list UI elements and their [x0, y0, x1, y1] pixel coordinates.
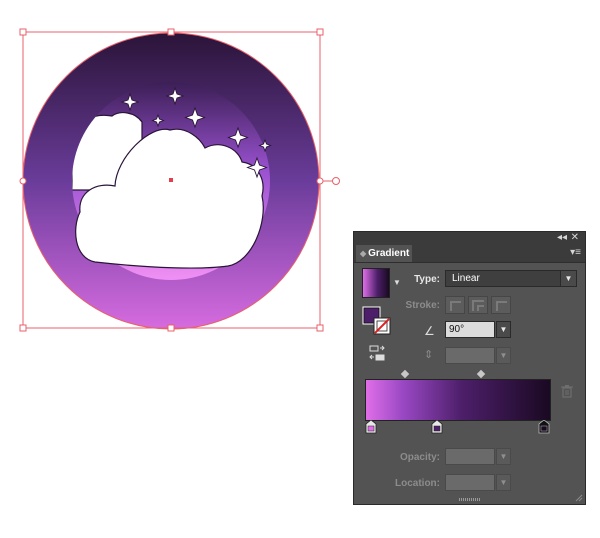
stroke-across-icon [491, 296, 511, 314]
gradient-stop-swatch [540, 425, 548, 432]
opacity-dropdown-icon: ▼ [496, 448, 511, 465]
type-label: Type: [414, 274, 440, 285]
type-select[interactable]: Linear ▼ [445, 270, 577, 287]
chevron-down-icon[interactable]: ▼ [560, 271, 576, 286]
location-input [445, 474, 495, 491]
aspect-dropdown-icon: ▼ [496, 347, 511, 364]
collapse-icon[interactable]: ◂◂ [557, 232, 567, 244]
opacity-label: Opacity: [399, 452, 440, 463]
thumbnail-dropdown-icon[interactable]: ▼ [393, 278, 401, 287]
resize-grip-icon[interactable] [575, 494, 583, 502]
trash-icon [561, 385, 573, 398]
stroke-along-icon [468, 296, 488, 314]
gradient-midpoint[interactable] [476, 369, 486, 379]
tab-grip-icon: ◆ [360, 249, 367, 258]
panel-menu-icon[interactable]: ▾≡ [570, 246, 581, 260]
angle-dropdown-icon[interactable]: ▼ [496, 321, 511, 338]
tab-gradient[interactable]: ◆ Gradient [356, 245, 412, 262]
angle-input[interactable]: 90° [445, 321, 495, 338]
stroke-within-icon [445, 296, 465, 314]
reverse-gradient-icon[interactable] [368, 344, 386, 362]
location-label: Location: [395, 478, 440, 489]
panel-top-strip[interactable]: ◂◂ ✕ [354, 232, 585, 244]
gradient-stop[interactable] [365, 420, 377, 434]
panel-bottom-grip[interactable] [459, 498, 481, 501]
artwork-canvas[interactable] [0, 0, 350, 340]
center-point [169, 178, 173, 182]
gradient-stop[interactable] [431, 420, 443, 434]
panel-tab-bar: ◆ Gradient ▾≡ [354, 244, 585, 263]
gradient-stop[interactable] [538, 420, 550, 434]
angle-icon: ∠ [424, 324, 435, 338]
type-select-value: Linear [452, 273, 480, 284]
gradient-panel: ◂◂ ✕ ◆ Gradient ▾≡ ▼ Type: Linear ▼ Strok… [353, 231, 586, 505]
gradient-stop-swatch [433, 425, 441, 432]
aspect-ratio-icon: ⇕ [424, 349, 434, 361]
fill-stroke-icon[interactable] [362, 306, 392, 336]
location-dropdown-icon: ▼ [496, 474, 511, 491]
gradient-thumbnail[interactable] [362, 268, 390, 298]
gradient-midpoint[interactable] [400, 369, 410, 379]
stroke-label: Stroke: [405, 300, 440, 311]
opacity-input [445, 448, 495, 465]
gradient-slider[interactable] [365, 379, 551, 421]
close-icon[interactable]: ✕ [571, 232, 579, 244]
aspect-ratio-input [445, 347, 495, 364]
gradient-stop-swatch [367, 425, 375, 432]
tab-gradient-label: Gradient [368, 248, 410, 259]
